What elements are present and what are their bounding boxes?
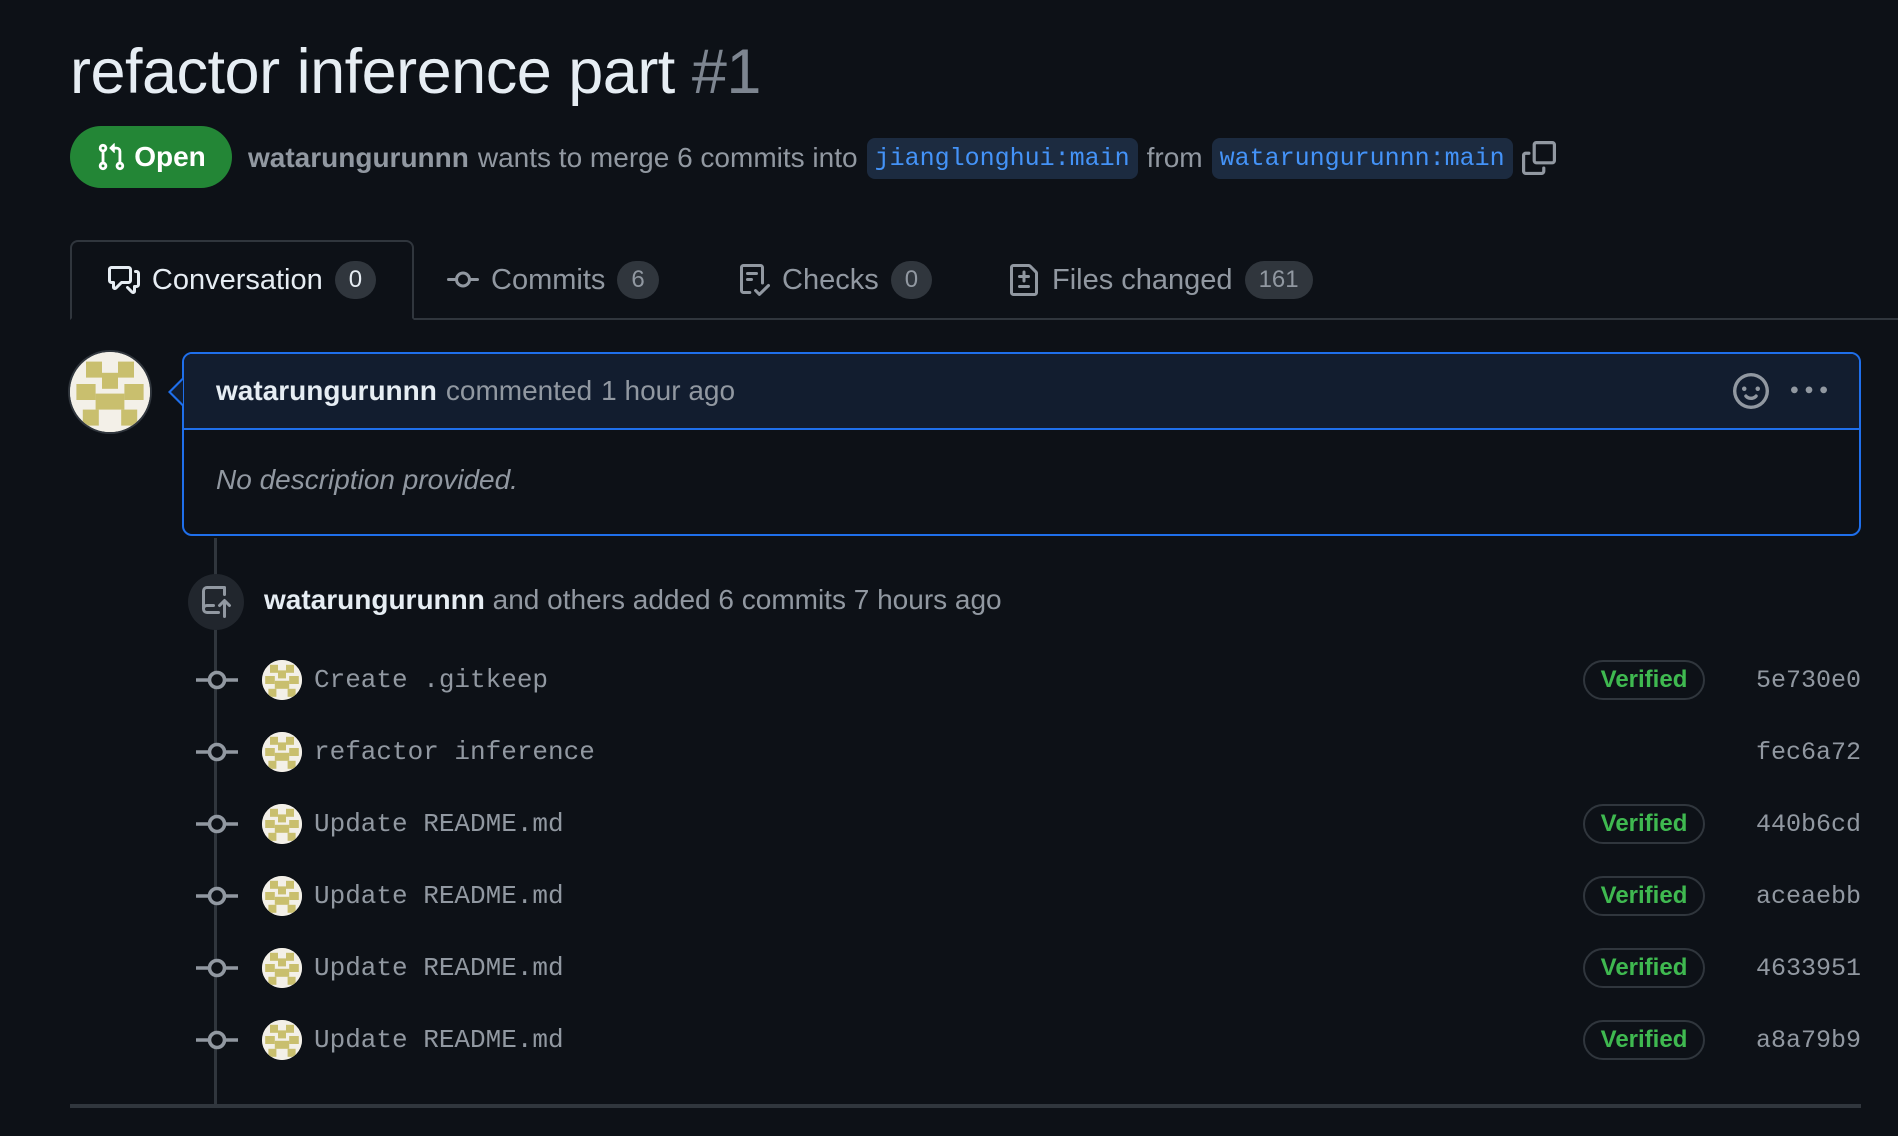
push-event-text: watarungurunnn and others added 6 commit… [264,580,1002,620]
comment-card: watarungurunnn commented 1 hour ago No d… [182,352,1861,536]
avatar[interactable] [262,732,302,772]
tab-files-changed-label: Files changed [1052,263,1233,296]
commit-message-link[interactable]: refactor inference [314,737,595,767]
commit-message-link[interactable]: Create .gitkeep [314,665,548,695]
comment-author-link[interactable]: watarungurunnn [216,375,437,407]
identicon-image [70,352,150,432]
base-branch[interactable]: jianglonghui:main [866,137,1138,179]
comment-header: watarungurunnn commented 1 hour ago [184,354,1859,430]
git-commit-icon [196,737,238,767]
pr-title: refactor inference part #1 [70,34,761,110]
commit-row: Update README.md Verified 440b6cd [196,794,1861,854]
pr-meta: watarungurunnn wants to merge 6 commits … [248,136,1556,180]
push-event-description: and others added 6 commits 7 hours ago [492,584,1002,615]
tab-files-changed-count: 161 [1244,261,1313,299]
git-pull-request-icon [99,143,125,171]
checklist-icon [740,264,770,296]
pr-merge-text: wants to merge 6 commits into [477,142,858,173]
git-commit-icon [196,665,238,695]
tab-conversation-label: Conversation [151,263,323,296]
git-commit-icon [196,881,238,911]
kebab-horizontal-icon[interactable] [1791,373,1827,409]
comment-body: No description provided. [216,464,518,495]
verified-badge[interactable]: Verified [1583,1020,1705,1060]
git-commit-icon [196,1025,238,1055]
pr-title-text: refactor inference part [70,37,675,107]
commit-message-link[interactable]: Update README.md [314,1025,564,1055]
smiley-icon[interactable] [1733,373,1769,409]
git-commit-icon [196,809,238,839]
tab-checks-label: Checks [782,263,879,296]
pr-author-link[interactable]: watarungurunnn [248,142,469,174]
avatar[interactable] [262,1020,302,1060]
commit-row: refactor inference fec6a72 [196,722,1861,782]
commit-sha-link[interactable]: 5e730e0 [1756,666,1861,695]
git-commit-icon [196,953,238,983]
commit-message-link[interactable]: Update README.md [314,953,564,983]
copy-icon[interactable] [1521,141,1556,175]
pr-number: #1 [691,37,762,107]
pr-state-label: Open [134,141,206,172]
commit-sha-link[interactable]: a8a79b9 [1756,1026,1861,1055]
tab-checks[interactable]: Checks 0 [738,240,933,320]
comment-pointer-fill [171,380,183,404]
commit-sha-link[interactable]: aceaebb [1756,882,1861,911]
verified-badge[interactable]: Verified [1583,876,1705,916]
commit-sha-link[interactable]: 4633951 [1756,954,1861,983]
tab-commits-label: Commits [491,263,606,296]
verified-badge[interactable]: Verified [1583,804,1705,844]
commit-row: Update README.md Verified 4633951 [196,938,1861,998]
avatar[interactable] [262,804,302,844]
pr-from-text: from [1146,142,1203,173]
commit-sha-link[interactable]: fec6a72 [1756,738,1861,767]
tab-commits-count: 6 [617,261,659,299]
head-branch[interactable]: watarungurunnn:main [1211,137,1513,179]
commit-message-link[interactable]: Update README.md [314,881,564,911]
comment-actions [1733,373,1827,409]
tab-commits[interactable]: Commits 6 [447,240,659,320]
avatar[interactable] [70,352,150,432]
commit-row: Update README.md Verified a8a79b9 [196,1010,1861,1070]
comment-discussion-icon [107,266,140,294]
repo-push-icon [202,586,231,618]
pr-state-badge: Open [70,126,232,188]
avatar[interactable] [262,660,302,700]
tab-checks-count: 0 [890,261,933,299]
tab-conversation[interactable]: Conversation 0 [70,240,414,320]
comment-time[interactable]: 1 hour ago [601,375,735,407]
commit-row: Create .gitkeep Verified 5e730e0 [196,650,1861,710]
git-commit-icon [447,271,479,288]
avatar[interactable] [262,948,302,988]
tab-files-changed[interactable]: Files changed 161 [1008,240,1313,320]
push-author-link[interactable]: watarungurunnn [264,584,485,615]
comment-action: commented [445,375,593,406]
commit-row: Update README.md Verified aceaebb [196,866,1861,926]
timeline-divider [70,1104,1861,1108]
verified-badge[interactable]: Verified [1583,660,1705,700]
push-event-badge [188,574,244,630]
commit-message-link[interactable]: Update README.md [314,809,564,839]
file-diff-icon [1010,264,1038,296]
tab-conversation-count: 0 [334,261,377,299]
avatar[interactable] [262,876,302,916]
verified-badge[interactable]: Verified [1583,948,1705,988]
commit-sha-link[interactable]: 440b6cd [1756,810,1861,839]
